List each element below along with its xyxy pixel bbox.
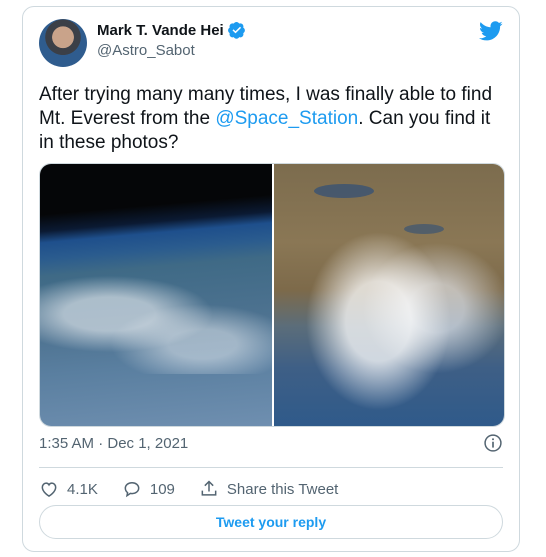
photo-grid bbox=[39, 163, 505, 427]
tweet-card: Mark T. Vande Hei @Astro_Sabot After try… bbox=[22, 6, 520, 552]
like-button[interactable]: 4.1K bbox=[39, 479, 98, 499]
tweet-timestamp[interactable]: 1:35 AM · Dec 1, 2021 bbox=[39, 435, 188, 452]
author-display-name[interactable]: Mark T. Vande Hei bbox=[97, 22, 224, 39]
share-icon bbox=[201, 480, 217, 496]
tweet-your-reply-button[interactable]: Tweet your reply bbox=[39, 505, 503, 539]
twitter-bird-icon[interactable] bbox=[479, 19, 503, 43]
like-count: 4.1K bbox=[67, 480, 98, 498]
author-handle[interactable]: @Astro_Sabot bbox=[97, 42, 246, 59]
mention-link[interactable]: @Space_Station bbox=[215, 108, 358, 129]
divider bbox=[39, 467, 503, 468]
earth-photo-left[interactable] bbox=[40, 164, 272, 426]
share-button[interactable]: Share this Tweet bbox=[199, 479, 338, 499]
reply-bubble-icon bbox=[124, 481, 140, 498]
avatar[interactable] bbox=[39, 19, 87, 67]
tweet-header: Mark T. Vande Hei @Astro_Sabot bbox=[39, 19, 503, 67]
earth-photo-right[interactable] bbox=[274, 164, 504, 426]
share-label: Share this Tweet bbox=[226, 480, 339, 498]
reply-count: 109 bbox=[149, 480, 175, 498]
verified-badge-icon bbox=[227, 21, 245, 39]
info-icon[interactable] bbox=[483, 433, 503, 453]
author-block: Mark T. Vande Hei @Astro_Sabot bbox=[97, 21, 246, 59]
tweet-text: After trying many many times, I was fina… bbox=[39, 83, 499, 155]
action-bar: 4.1K 109 Share this Tweet bbox=[39, 475, 362, 503]
reply-button[interactable]: 109 bbox=[122, 479, 175, 499]
heart-icon bbox=[41, 482, 57, 497]
